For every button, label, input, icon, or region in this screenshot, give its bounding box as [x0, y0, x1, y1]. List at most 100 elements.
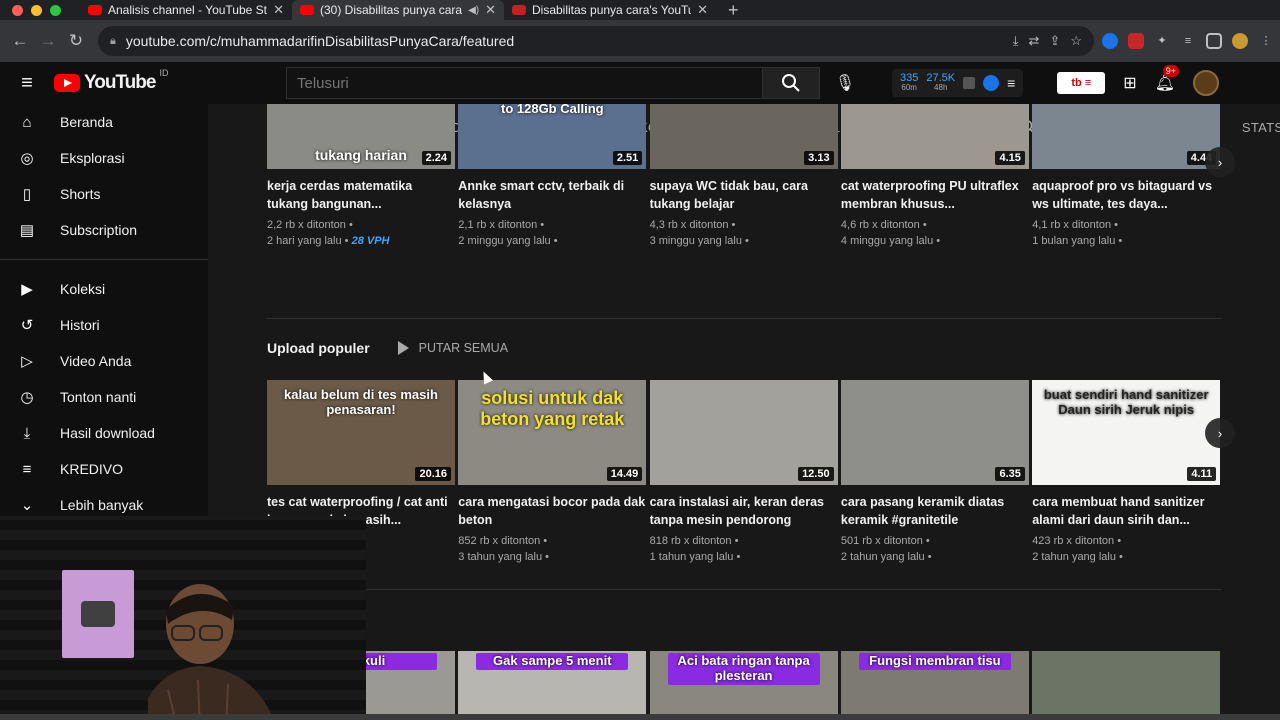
video-card[interactable]: Gak sampe 5 menit	[458, 651, 647, 720]
notifications-bell-icon[interactable]: 🔔︎ 9+	[1155, 65, 1179, 93]
video-card[interactable]: Aci bata ringan tanpa plesteran	[649, 651, 838, 720]
subscriptions-icon: ▤	[19, 222, 35, 239]
video-title[interactable]: supaya WC tidak bau, cara tukang belajar	[650, 177, 838, 213]
video-thumbnail[interactable]: VS VS4.44	[1032, 104, 1221, 169]
video-title[interactable]: cat waterproofing PU ultraflex membran k…	[841, 177, 1029, 213]
reload-icon[interactable]: ↻	[62, 31, 90, 51]
video-title[interactable]: cara instalasi air, keran deras tanpa me…	[650, 493, 838, 529]
video-card[interactable]: 3.13 supaya WC tidak bau, cara tukang bel…	[649, 104, 838, 249]
search-input[interactable]	[286, 67, 762, 99]
speaker-icon[interactable]: ◀)	[468, 5, 479, 16]
video-thumbnail[interactable]: 6.35	[840, 380, 1029, 485]
video-card[interactable]: tukang harian 2.24 kerja cerdas matematika…	[267, 104, 455, 249]
duration-badge: 14.49	[606, 467, 643, 481]
video-thumbnail[interactable]: solusi untuk dak beton yang retak 14.49	[458, 380, 647, 485]
vidiq-stats-widget[interactable]: 335 60m 27.5K 48h ≡	[892, 69, 1024, 97]
close-tab-icon[interactable]: ✕	[485, 2, 496, 18]
browser-tab-active[interactable]: (30) Disabilitas punya cara ◀) ✕	[292, 0, 504, 20]
channel-avatar[interactable]	[1193, 70, 1219, 96]
menu-kebab-icon[interactable]: ⋮	[1258, 33, 1274, 49]
shelf-next-arrow[interactable]: ›	[1205, 147, 1235, 177]
share-icon[interactable]: ⇪	[1049, 33, 1060, 49]
install-icon[interactable]: ⤓	[1013, 33, 1019, 49]
video-meta: 4,3 rb x ditonton • 3 minggu yang lalu •	[650, 217, 838, 249]
video-meta: 818 rb x ditonton • 1 tahun yang lalu •	[650, 533, 838, 565]
extensions-bar: ✦ ≡ ⋮	[1102, 33, 1274, 49]
tab-stats[interactable]: STATS	[1213, 104, 1280, 150]
video-title[interactable]: cara mengatasi bocor pada dak beton	[458, 493, 646, 529]
video-title[interactable]: kerja cerdas matematika tukang bangunan.…	[267, 177, 455, 213]
video-card[interactable]: Alarm Human detection Human tracking SD …	[458, 104, 647, 249]
play-all-button[interactable]: PUTAR SEMUA	[397, 341, 508, 355]
neon-logo-sign	[62, 570, 134, 658]
create-video-icon[interactable]: ⊞	[1123, 73, 1136, 93]
video-card[interactable]: buat sendiri hand sanitizer Daun sirih J…	[1032, 380, 1221, 565]
url-field[interactable]: 🔒︎ youtube.com/c/muhammadarifinDisabilit…	[98, 26, 1094, 56]
duration-badge: 20.16	[415, 467, 451, 481]
video-thumbnail[interactable]: 3.13	[649, 104, 838, 169]
close-tab-icon[interactable]: ✕	[697, 2, 708, 18]
sidebar-item-koleksi[interactable]: ▶ Koleksi	[0, 271, 208, 307]
video-card[interactable]: kalau belum di tes masih penasaran! 20.16…	[267, 380, 455, 533]
minimize-window-button[interactable]	[31, 4, 42, 16]
sidebar-item-eksplorasi[interactable]: ◎ Eksplorasi	[0, 140, 208, 176]
vidiq-icon[interactable]	[983, 75, 1000, 91]
sidebar-item-hasil-download[interactable]: ⤓ Hasil download	[0, 415, 208, 451]
video-title[interactable]: Annke smart cctv, terbaik di kelasnya	[458, 177, 646, 213]
tubebuddy-button[interactable]: tb ≡	[1057, 72, 1106, 94]
back-icon[interactable]: ←	[6, 31, 34, 51]
list-icon[interactable]: ≡	[1007, 75, 1015, 91]
video-thumbnail[interactable]: 12.50	[649, 380, 838, 485]
chart-icon[interactable]	[963, 77, 976, 89]
video-thumbnail[interactable]	[1032, 651, 1221, 720]
video-card[interactable]: Fungsi membran tisu	[840, 651, 1029, 720]
reading-list-icon[interactable]: ≡	[1180, 33, 1196, 49]
video-thumbnail[interactable]: tukang harian 2.24	[267, 104, 455, 169]
bookmark-star-icon[interactable]: ☆	[1070, 33, 1082, 49]
sidebar-item-label: Koleksi	[60, 281, 106, 297]
video-thumbnail[interactable]: Fungsi membran tisu	[840, 651, 1029, 720]
youtube-logo[interactable]: YouTube ID	[54, 68, 286, 94]
forward-icon[interactable]: →	[34, 31, 62, 51]
video-card[interactable]: 6.35 cara pasang keramik diatas keramik #…	[840, 380, 1029, 565]
sidebar-item-beranda[interactable]: ⌂ Beranda	[0, 104, 208, 140]
new-tab-button[interactable]: +	[716, 0, 739, 21]
video-title[interactable]: cara pasang keramik diatas keramik #gran…	[841, 493, 1029, 529]
close-window-button[interactable]	[12, 4, 23, 16]
close-tab-icon[interactable]: ✕	[273, 2, 284, 18]
profile-avatar[interactable]	[1232, 33, 1248, 49]
video-meta: 4,6 rb x ditonton • 4 minggu yang lalu •	[841, 217, 1029, 249]
browser-tab[interactable]: Analisis channel - YouTube Stu ✕	[80, 0, 292, 20]
video-thumbnail[interactable]: untuk melindungi permukaan dak beton4.15	[840, 104, 1029, 169]
thumbnail-overlay-text: Gak sampe 5 menit	[476, 653, 629, 670]
video-card[interactable]: solusi untuk dak beton yang retak 14.49 ca…	[458, 380, 647, 565]
hamburger-menu-icon[interactable]: ≡	[0, 72, 54, 95]
sidebar-item-kredivo[interactable]: ≡ KREDIVO	[0, 451, 208, 487]
video-title[interactable]: cara membuat hand sanitizer alami dari d…	[1032, 493, 1220, 529]
sidebar-item-tonton-nanti[interactable]: ◷ Tonton nanti	[0, 379, 208, 415]
video-thumbnail[interactable]: buat sendiri hand sanitizer Daun sirih J…	[1032, 380, 1221, 485]
translate-icon[interactable]: ⇄	[1029, 33, 1040, 49]
video-thumbnail[interactable]: Alarm Human detection Human tracking SD …	[458, 104, 647, 169]
extension-icon[interactable]	[1102, 33, 1118, 49]
video-title[interactable]: aquaproof pro vs bitaguard vs ws ultimat…	[1032, 177, 1220, 213]
sidebar-item-video-anda[interactable]: ▷ Video Anda	[0, 343, 208, 379]
video-card[interactable]: untuk melindungi permukaan dak beton4.15…	[840, 104, 1029, 249]
zoom-window-button[interactable]	[50, 4, 61, 16]
video-thumbnail[interactable]: Gak sampe 5 menit	[458, 651, 647, 720]
tubebuddy-extension-icon[interactable]	[1128, 33, 1144, 49]
shelf-next-arrow[interactable]: ›	[1205, 418, 1235, 448]
browser-tab[interactable]: Disabilitas punya cara's YouTub ✕	[504, 0, 716, 20]
microphone-icon[interactable]: 🎙︎	[820, 73, 870, 93]
sidebar-item-shorts[interactable]: ▯ Shorts	[0, 176, 208, 212]
sidebar-item-subscription[interactable]: ▤ Subscription	[0, 212, 208, 248]
video-thumbnail[interactable]: kalau belum di tes masih penasaran! 20.16	[267, 380, 455, 485]
video-card[interactable]: 12.50 cara instalasi air, keran deras tan…	[649, 380, 838, 565]
puzzle-icon[interactable]: ✦	[1154, 33, 1170, 49]
search-button[interactable]	[762, 67, 820, 99]
video-thumbnail[interactable]: Aci bata ringan tanpa plesteran	[649, 651, 838, 720]
sidebar-item-histori[interactable]: ↺ Histori	[0, 307, 208, 343]
video-card[interactable]	[1032, 651, 1221, 720]
video-card[interactable]: VS VS4.44 aquaproof pro vs bitaguard vs w…	[1032, 104, 1221, 249]
side-panel-icon[interactable]	[1206, 33, 1222, 49]
